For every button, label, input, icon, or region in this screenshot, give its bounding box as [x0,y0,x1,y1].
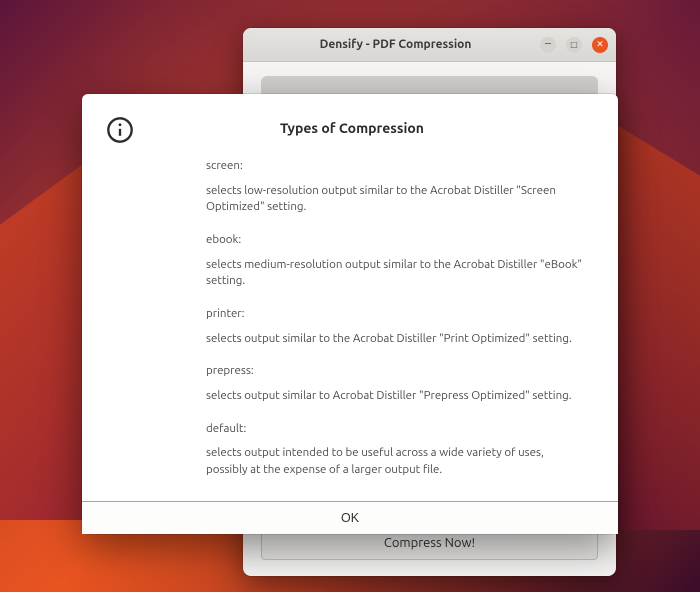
ok-button[interactable]: OK [82,502,618,534]
compression-type-entry: screen: selects low-resolution output si… [206,158,590,216]
compression-type-entry: default: selects output intended to be u… [206,421,590,479]
window-controls [540,37,608,53]
close-icon[interactable] [592,37,608,53]
compression-type-entry: printer: selects output similar to the A… [206,306,590,347]
entry-key: default: [206,421,590,438]
ok-button-label: OK [341,511,359,525]
compress-button-label: Compress Now! [384,536,475,550]
maximize-icon[interactable] [566,37,582,53]
dialog-title: Types of Compression [150,120,594,136]
entry-desc: selects low-resolution output similar to… [206,183,586,216]
minimize-icon[interactable] [540,37,556,53]
entry-desc: selects medium-resolution output similar… [206,257,586,290]
desktop-wallpaper: Densify - PDF Compression Ready Compress… [0,0,700,592]
entry-key: ebook: [206,232,590,249]
info-dialog: Types of Compression screen: selects low… [82,94,618,534]
compression-type-entry: prepress: selects output similar to Acro… [206,363,590,404]
dialog-header: Types of Compression [82,94,618,144]
entry-desc: selects output intended to be useful acr… [206,445,586,478]
dialog-body: screen: selects low-resolution output si… [82,144,618,501]
entry-key: prepress: [206,363,590,380]
compression-type-entry: ebook: selects medium-resolution output … [206,232,590,290]
dialog-footer: OK [82,501,618,534]
titlebar[interactable]: Densify - PDF Compression [243,28,616,62]
entry-desc: selects output similar to Acrobat Distil… [206,388,586,405]
entry-key: screen: [206,158,590,175]
window-title: Densify - PDF Compression [251,38,540,51]
entry-key: printer: [206,306,590,323]
entry-desc: selects output similar to the Acrobat Di… [206,331,586,348]
info-icon [106,116,134,144]
